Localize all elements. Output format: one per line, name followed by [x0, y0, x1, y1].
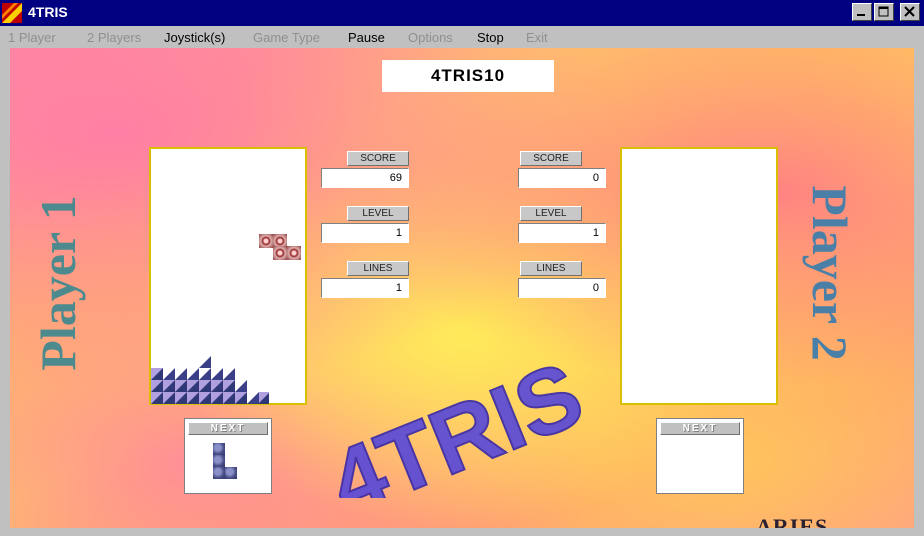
next-piece-block — [213, 467, 225, 479]
stack-block — [151, 392, 163, 404]
player1-label: Player 1 — [30, 195, 86, 371]
stack-block — [151, 368, 163, 380]
stack-block — [199, 368, 211, 380]
next-piece-block — [213, 455, 225, 467]
stack-block — [175, 380, 187, 392]
menu-game-type[interactable]: Game Type — [253, 30, 320, 45]
game-window: 4TRIS 1 Player 2 Players Joystick(s) Gam… — [0, 0, 924, 536]
menu-exit[interactable]: Exit — [526, 30, 548, 45]
player2-score-label: SCORE — [520, 151, 582, 166]
stack-block — [175, 392, 187, 404]
player2-next-label: NEXT — [660, 422, 740, 435]
stack-block — [259, 392, 269, 404]
stack-block — [211, 380, 223, 392]
game-background: 4TRIS10 Player 1 SCORE 69 LEVEL 1 LINES … — [10, 48, 914, 536]
stack-block — [223, 368, 235, 380]
game-title-panel: 4TRIS10 — [382, 60, 554, 92]
menu-stop[interactable]: Stop — [477, 30, 504, 45]
player2-well — [620, 147, 778, 405]
watermark-logo: 4TRIS — [315, 342, 597, 498]
player1-level-label: LEVEL — [347, 206, 409, 221]
player1-lines-label: LINES — [347, 261, 409, 276]
player1-level-value: 1 — [321, 223, 409, 243]
next-piece-block — [225, 467, 237, 479]
menu-options[interactable]: Options — [408, 30, 453, 45]
next-piece-block — [213, 443, 225, 455]
stack-block — [235, 380, 247, 392]
bottom-border — [0, 528, 924, 536]
player1-score-value: 69 — [321, 168, 409, 188]
stack-block — [223, 380, 235, 392]
menu-2-players[interactable]: 2 Players — [87, 30, 141, 45]
player2-level-label: LEVEL — [520, 206, 582, 221]
stack-block — [199, 380, 211, 392]
app-icon — [2, 3, 22, 23]
player2-lines-label: LINES — [520, 261, 582, 276]
stack-block — [211, 368, 223, 380]
stack-block — [235, 392, 247, 404]
minimize-button[interactable] — [852, 3, 872, 21]
player2-label: Player 2 — [802, 185, 858, 361]
player1-next-box: NEXT — [184, 418, 272, 494]
player1-lines-value: 1 — [321, 278, 409, 298]
player2-score-value: 0 — [518, 168, 606, 188]
stack-block — [163, 380, 175, 392]
stack-block — [187, 380, 199, 392]
stack-block — [187, 392, 199, 404]
stack-block — [199, 356, 211, 368]
stack-block — [211, 392, 223, 404]
stack-block — [151, 380, 163, 392]
close-button[interactable] — [900, 3, 920, 21]
title-bar[interactable]: 4TRIS — [0, 0, 924, 26]
player2-level-value: 1 — [518, 223, 606, 243]
stack-block — [187, 368, 199, 380]
player1-well — [149, 147, 307, 405]
menu-bar: 1 Player 2 Players Joystick(s) Game Type… — [0, 26, 924, 48]
stack-block — [163, 368, 175, 380]
window-title: 4TRIS — [28, 4, 68, 20]
stack-block — [199, 392, 211, 404]
falling-piece-block — [287, 246, 301, 260]
menu-1-player[interactable]: 1 Player — [8, 30, 56, 45]
player2-lines-value: 0 — [518, 278, 606, 298]
menu-joysticks[interactable]: Joystick(s) — [164, 30, 225, 45]
falling-piece-block — [273, 246, 287, 260]
player2-next-box: NEXT — [656, 418, 744, 494]
game-title: 4TRIS10 — [430, 66, 506, 85]
stack-block — [223, 392, 235, 404]
player1-score-label: SCORE — [347, 151, 409, 166]
minimize-icon — [857, 14, 865, 16]
stack-block — [163, 392, 175, 404]
falling-piece-block — [259, 234, 273, 248]
maximize-icon — [878, 6, 889, 17]
close-icon — [904, 6, 915, 17]
watermark-text: 4TRIS — [316, 343, 596, 498]
stack-block — [175, 368, 187, 380]
player1-next-label: NEXT — [188, 422, 268, 435]
menu-pause[interactable]: Pause — [348, 30, 385, 45]
maximize-button[interactable] — [874, 3, 894, 21]
stack-block — [247, 392, 259, 404]
